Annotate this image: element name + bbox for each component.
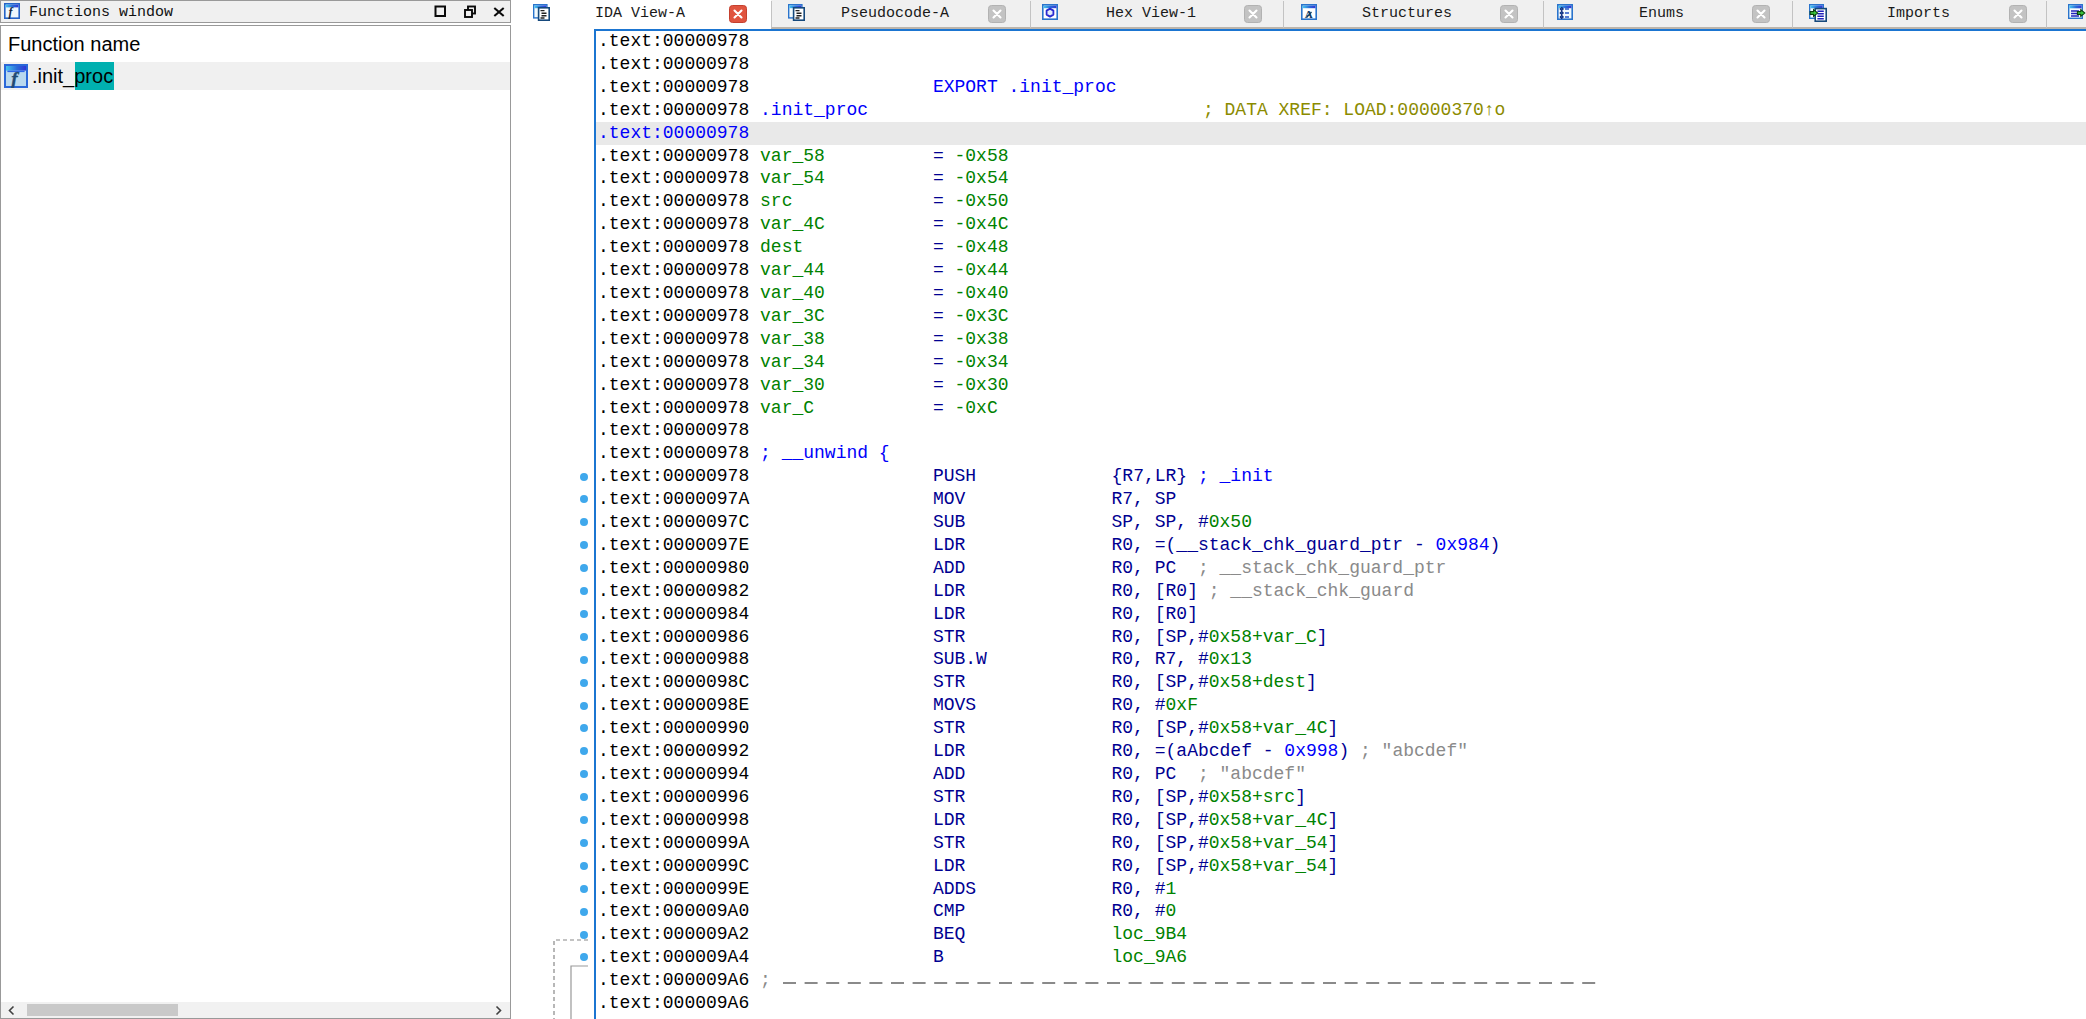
svg-text:A: A	[1305, 8, 1313, 20]
